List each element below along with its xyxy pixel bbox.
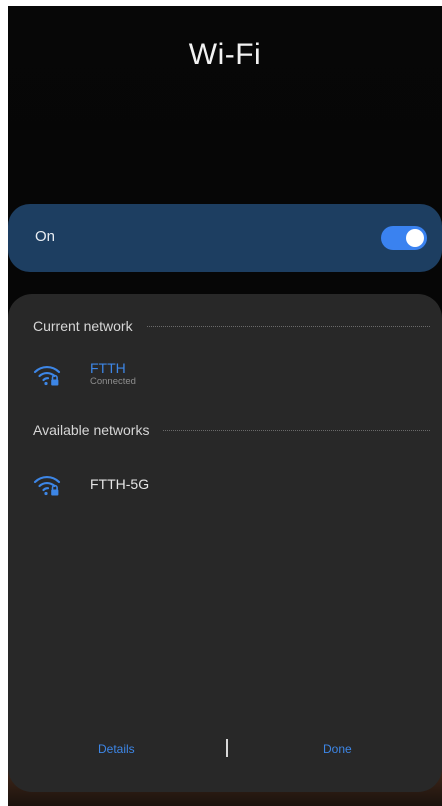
wifi-toggle-row[interactable]: On <box>8 204 442 272</box>
wifi-lock-icon <box>33 362 63 388</box>
wifi-toggle-label: On <box>35 228 56 245</box>
done-button[interactable]: Done <box>323 742 352 756</box>
current-network-title: Current network <box>33 318 133 334</box>
network-name: FTTH <box>90 360 126 376</box>
footer-divider <box>226 739 228 757</box>
section-divider <box>163 429 430 431</box>
network-panel: Current network FTTH Connected Available… <box>8 294 442 792</box>
available-network-row[interactable]: FTTH-5G <box>8 466 442 510</box>
wifi-lock-icon <box>33 472 63 498</box>
current-network-row[interactable]: FTTH Connected <box>8 356 442 400</box>
network-status: Connected <box>90 376 136 387</box>
panel-footer: Details Done <box>8 738 442 762</box>
available-networks-title: Available networks <box>33 422 150 438</box>
details-button[interactable]: Details <box>98 742 135 756</box>
available-networks-header: Available networks <box>33 420 430 440</box>
network-name: FTTH-5G <box>90 476 150 492</box>
section-divider <box>146 325 430 327</box>
current-network-header: Current network <box>33 316 430 336</box>
switch-knob <box>406 229 424 247</box>
page-title: Wi-Fi <box>188 38 262 71</box>
screen: Wi-Fi On Current network FTTH Connected … <box>0 0 442 806</box>
wifi-switch[interactable] <box>381 226 427 250</box>
